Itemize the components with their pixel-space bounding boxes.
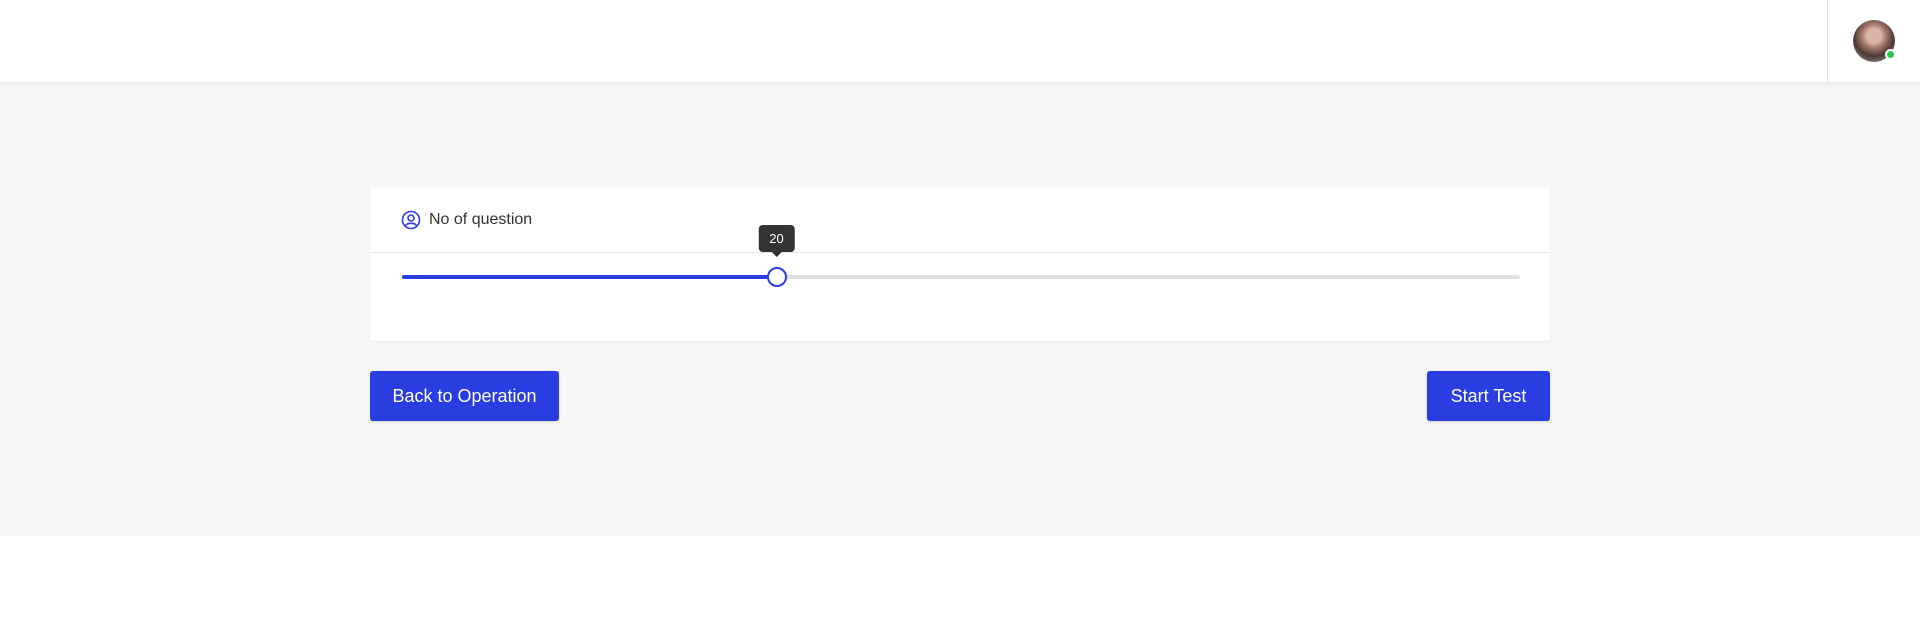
online-status-indicator: [1885, 49, 1896, 60]
slider-value-tooltip: 20: [758, 225, 795, 257]
question-count-label: No of question: [429, 210, 533, 228]
question-count-card: No of question 20: [370, 187, 1550, 341]
user-circle-icon: [401, 210, 421, 230]
slider-fill: [402, 275, 777, 279]
slider-handle[interactable]: [766, 267, 787, 287]
start-test-button[interactable]: Start Test: [1427, 371, 1550, 421]
navbar-divider: [1827, 0, 1828, 82]
top-navbar: [0, 0, 1920, 82]
question-count-slider[interactable]: 20: [402, 225, 1520, 287]
card-header: No of question: [370, 187, 1550, 253]
main-content: No of question 20 Back to Operation Star…: [0, 82, 1920, 536]
user-avatar[interactable]: [1853, 20, 1896, 62]
back-to-operation-button[interactable]: Back to Operation: [370, 371, 559, 421]
